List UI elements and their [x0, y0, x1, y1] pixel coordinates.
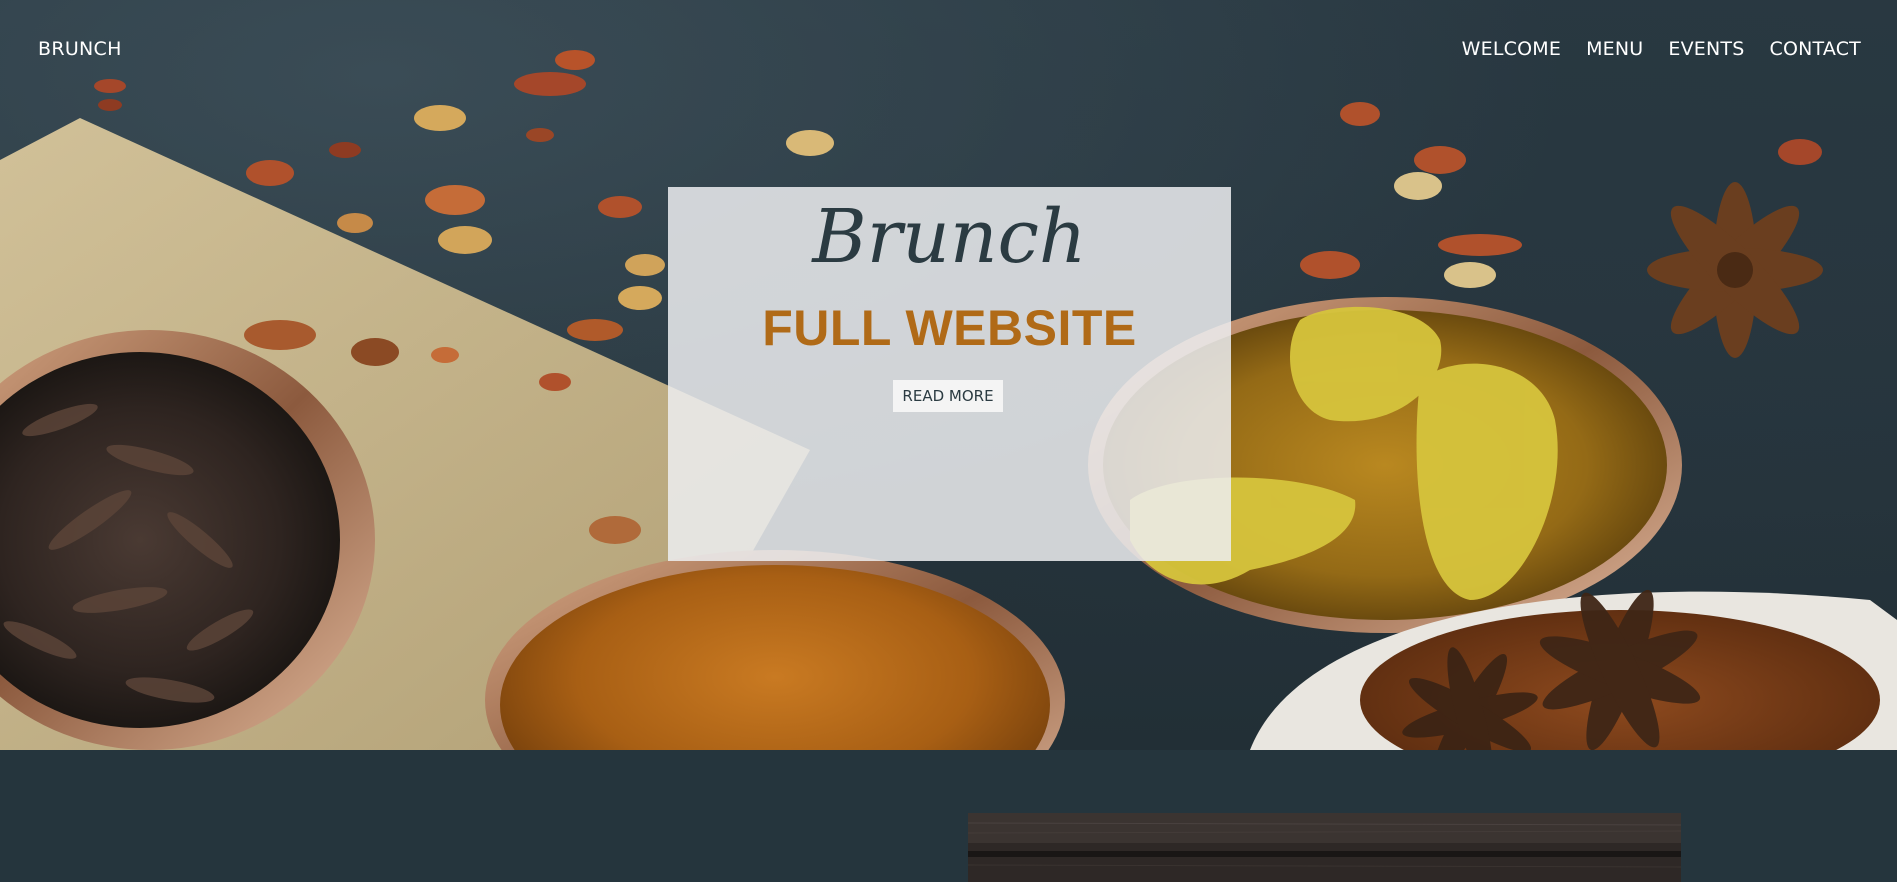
hero-section: BRUNCH WELCOME MENU EVENTS CONTACT Brunc… [0, 0, 1897, 750]
wood-plank-image [968, 813, 1681, 882]
main-nav: WELCOME MENU EVENTS CONTACT [1462, 38, 1861, 60]
nav-item-welcome[interactable]: WELCOME [1462, 38, 1561, 60]
hero-card: Brunch FULL WEBSITE READ MORE [668, 187, 1231, 561]
brand-link[interactable]: BRUNCH [38, 38, 122, 60]
lower-section [0, 750, 1897, 882]
page: BRUNCH WELCOME MENU EVENTS CONTACT Brunc… [0, 0, 1897, 882]
nav-item-menu[interactable]: MENU [1586, 38, 1643, 60]
nav-item-contact[interactable]: CONTACT [1769, 38, 1861, 60]
nav-item-events[interactable]: EVENTS [1668, 38, 1744, 60]
read-more-button[interactable]: READ MORE [893, 380, 1003, 412]
hero-script-title: Brunch [812, 194, 1087, 280]
hero-headline: FULL WEBSITE [762, 300, 1137, 356]
